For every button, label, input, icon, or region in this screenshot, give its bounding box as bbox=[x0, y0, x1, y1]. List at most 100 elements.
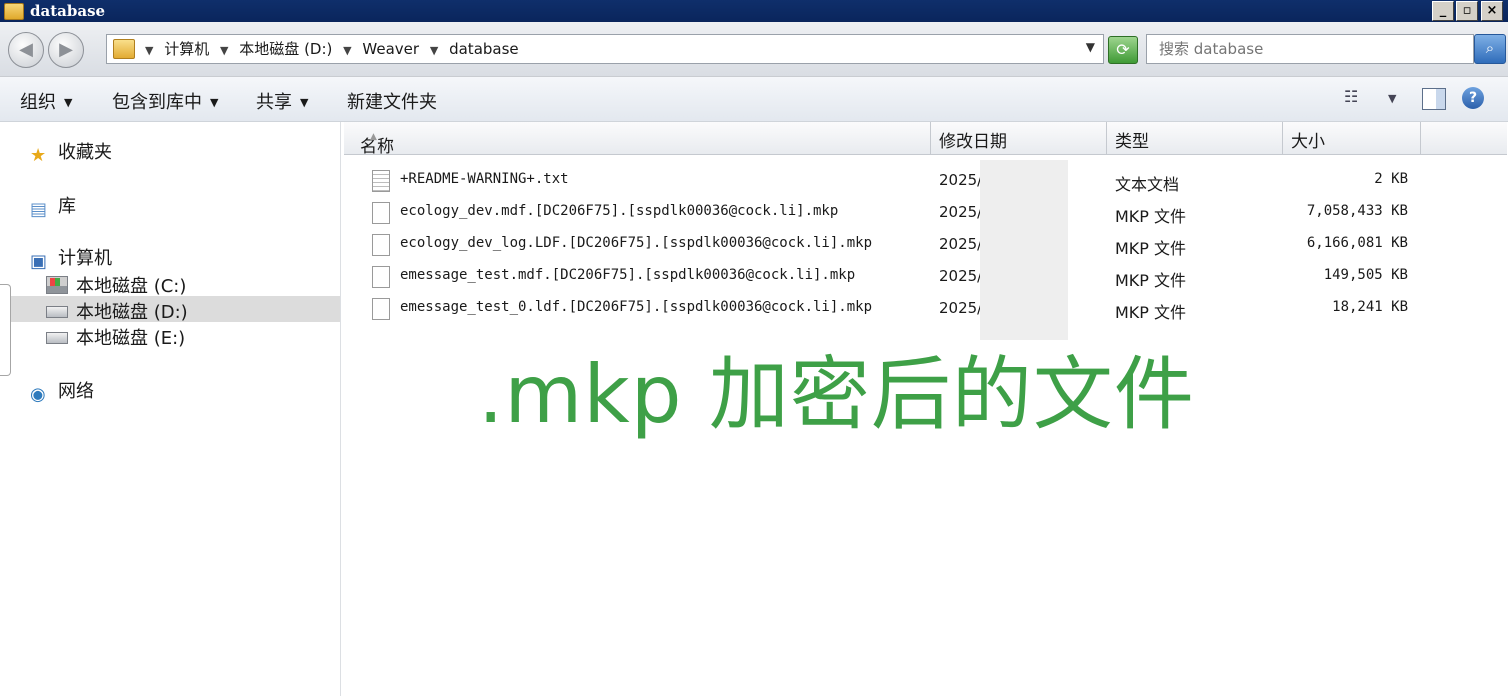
file-type: 文本文档 bbox=[1115, 175, 1180, 194]
nav-label: 计算机 bbox=[58, 248, 112, 269]
back-arrow-icon: ◀ bbox=[19, 39, 33, 60]
column-header-filler bbox=[1421, 122, 1507, 155]
file-row[interactable]: emessage_test.mdf.[DC206F75].[sspdlk0003… bbox=[350, 262, 1500, 292]
breadcrumb-weaver[interactable]: Weaver bbox=[362, 40, 419, 58]
chevron-down-icon: ▼ bbox=[300, 96, 309, 109]
chevron-down-icon[interactable]: ▼ bbox=[145, 44, 153, 57]
breadcrumb: ▼ 计算机 ▼ 本地磁盘 (D:) ▼ Weaver ▼ database bbox=[145, 38, 525, 59]
file-icon bbox=[372, 202, 390, 224]
file-row[interactable]: ecology_dev_log.LDF.[DC206F75].[sspdlk00… bbox=[350, 230, 1500, 260]
address-row: ◀ ▶ ▼ 计算机 ▼ 本地磁盘 (D:) ▼ Weaver ▼ databas… bbox=[0, 22, 1508, 77]
chevron-down-icon[interactable]: ▼ bbox=[1388, 92, 1396, 105]
forward-arrow-icon: ▶ bbox=[59, 39, 73, 60]
text-file-icon bbox=[372, 170, 390, 192]
file-type: MKP 文件 bbox=[1115, 239, 1187, 258]
search-button[interactable]: ⌕ bbox=[1474, 34, 1506, 64]
include-in-library-label: 包含到库中 bbox=[112, 92, 202, 113]
file-name: +README-WARNING+.txt bbox=[400, 171, 569, 187]
new-folder-button[interactable]: 新建文件夹 bbox=[347, 88, 437, 114]
nav-label: 网络 bbox=[58, 381, 94, 402]
breadcrumb-database[interactable]: database bbox=[449, 40, 519, 58]
file-row[interactable]: emessage_test_0.ldf.[DC206F75].[sspdlk00… bbox=[350, 294, 1500, 324]
file-name: ecology_dev_log.LDF.[DC206F75].[sspdlk00… bbox=[400, 235, 873, 251]
redaction-blur bbox=[980, 160, 1068, 340]
nav-item-favorites[interactable]: ★ 收藏夹 bbox=[30, 138, 112, 165]
address-bar[interactable]: ▼ 计算机 ▼ 本地磁盘 (D:) ▼ Weaver ▼ database ▼ bbox=[106, 34, 1104, 64]
file-name: emessage_test.mdf.[DC206F75].[sspdlk0003… bbox=[400, 267, 856, 283]
file-row[interactable]: ecology_dev.mdf.[DC206F75].[sspdlk00036@… bbox=[350, 198, 1500, 228]
nav-item-drive-c[interactable]: 本地磁盘 (C:) bbox=[46, 272, 186, 298]
help-icon[interactable]: ? bbox=[1462, 87, 1484, 109]
chevron-down-icon[interactable]: ▼ bbox=[343, 44, 351, 57]
nav-label: 库 bbox=[58, 196, 76, 217]
column-label: 修改日期 bbox=[939, 132, 1007, 152]
column-header-size[interactable]: 大小 bbox=[1283, 122, 1421, 155]
column-label: 大小 bbox=[1291, 132, 1325, 152]
refresh-button[interactable]: ⟳ bbox=[1108, 36, 1138, 64]
folder-icon bbox=[113, 39, 135, 59]
file-size: 6,166,081 KB bbox=[1306, 235, 1408, 251]
file-row[interactable]: +README-WARNING+.txt 2025/ 文本文档 2 KB bbox=[350, 166, 1500, 196]
refresh-icon: ⟳ bbox=[1116, 40, 1130, 59]
share-menu[interactable]: 共享 ▼ bbox=[256, 88, 308, 114]
preview-pane-icon[interactable] bbox=[1422, 88, 1446, 110]
organize-menu[interactable]: 组织 ▼ bbox=[20, 88, 72, 114]
column-label: 类型 bbox=[1115, 132, 1149, 152]
file-date: 2025/ bbox=[939, 299, 983, 317]
file-size: 2 KB bbox=[1374, 171, 1408, 187]
nav-item-libraries[interactable]: ▤ 库 bbox=[30, 192, 76, 219]
file-icon bbox=[372, 266, 390, 288]
column-header-name[interactable]: 名称 ▲ bbox=[344, 122, 931, 157]
nav-item-network[interactable]: ◉ 网络 bbox=[30, 377, 94, 404]
search-input[interactable] bbox=[1157, 37, 1461, 61]
address-dropdown-icon[interactable]: ▼ bbox=[1086, 40, 1095, 54]
drive-icon bbox=[46, 306, 68, 318]
splitter-handle[interactable] bbox=[0, 284, 11, 376]
nav-label: 本地磁盘 (C:) bbox=[76, 276, 187, 297]
file-date: 2025/ bbox=[939, 203, 983, 221]
chevron-down-icon[interactable]: ▼ bbox=[220, 44, 228, 57]
network-icon: ◉ bbox=[30, 384, 46, 405]
nav-label: 本地磁盘 (E:) bbox=[76, 328, 186, 349]
search-icon: ⌕ bbox=[1485, 39, 1495, 57]
column-label: 名称 bbox=[360, 137, 394, 157]
chevron-down-icon: ▼ bbox=[64, 96, 73, 109]
library-icon: ▤ bbox=[30, 199, 48, 220]
chevron-down-icon: ▼ bbox=[210, 96, 219, 109]
star-icon: ★ bbox=[30, 145, 47, 166]
search-box[interactable] bbox=[1146, 34, 1474, 64]
organize-label: 组织 bbox=[20, 92, 56, 113]
nav-item-computer[interactable]: ▣ 计算机 bbox=[30, 244, 112, 271]
nav-item-drive-d[interactable]: 本地磁盘 (D:) bbox=[46, 298, 188, 324]
title-bar: database _ ▫ × bbox=[0, 0, 1508, 22]
computer-icon: ▣ bbox=[30, 251, 48, 272]
forward-button[interactable]: ▶ bbox=[48, 32, 84, 68]
breadcrumb-drive-d[interactable]: 本地磁盘 (D:) bbox=[239, 40, 332, 58]
file-date: 2025/ bbox=[939, 171, 983, 189]
file-icon bbox=[372, 234, 390, 256]
nav-label: 本地磁盘 (D:) bbox=[76, 302, 188, 323]
share-label: 共享 bbox=[256, 92, 292, 113]
column-header-modified[interactable]: 修改日期 bbox=[931, 122, 1107, 155]
minimize-button[interactable]: _ bbox=[1432, 1, 1454, 21]
chevron-down-icon[interactable]: ▼ bbox=[430, 44, 438, 57]
file-size: 149,505 KB bbox=[1323, 267, 1408, 283]
nav-item-drive-e[interactable]: 本地磁盘 (E:) bbox=[46, 324, 185, 350]
system-drive-icon bbox=[46, 276, 68, 294]
file-date: 2025/ bbox=[939, 235, 983, 253]
file-size: 18,241 KB bbox=[1332, 299, 1408, 315]
navigation-pane: ★ 收藏夹 ▤ 库 ▣ 计算机 本地磁盘 (C:) 本地磁盘 (D:) 本地磁盘 (E… bbox=[0, 122, 341, 696]
overlay-caption: .mkp 加密后的文件 bbox=[478, 348, 1195, 441]
file-date: 2025/ bbox=[939, 267, 983, 285]
file-icon bbox=[372, 298, 390, 320]
drive-icon bbox=[46, 332, 68, 344]
back-button[interactable]: ◀ bbox=[8, 32, 44, 68]
column-header-type[interactable]: 类型 bbox=[1107, 122, 1283, 155]
restore-button[interactable]: ▫ bbox=[1456, 1, 1478, 21]
close-button[interactable]: × bbox=[1481, 1, 1503, 21]
folder-icon bbox=[4, 3, 24, 20]
breadcrumb-computer[interactable]: 计算机 bbox=[164, 40, 209, 58]
include-in-library-menu[interactable]: 包含到库中 ▼ bbox=[112, 88, 218, 114]
file-type: MKP 文件 bbox=[1115, 207, 1187, 226]
view-options-icon[interactable]: ☷ bbox=[1344, 87, 1358, 106]
